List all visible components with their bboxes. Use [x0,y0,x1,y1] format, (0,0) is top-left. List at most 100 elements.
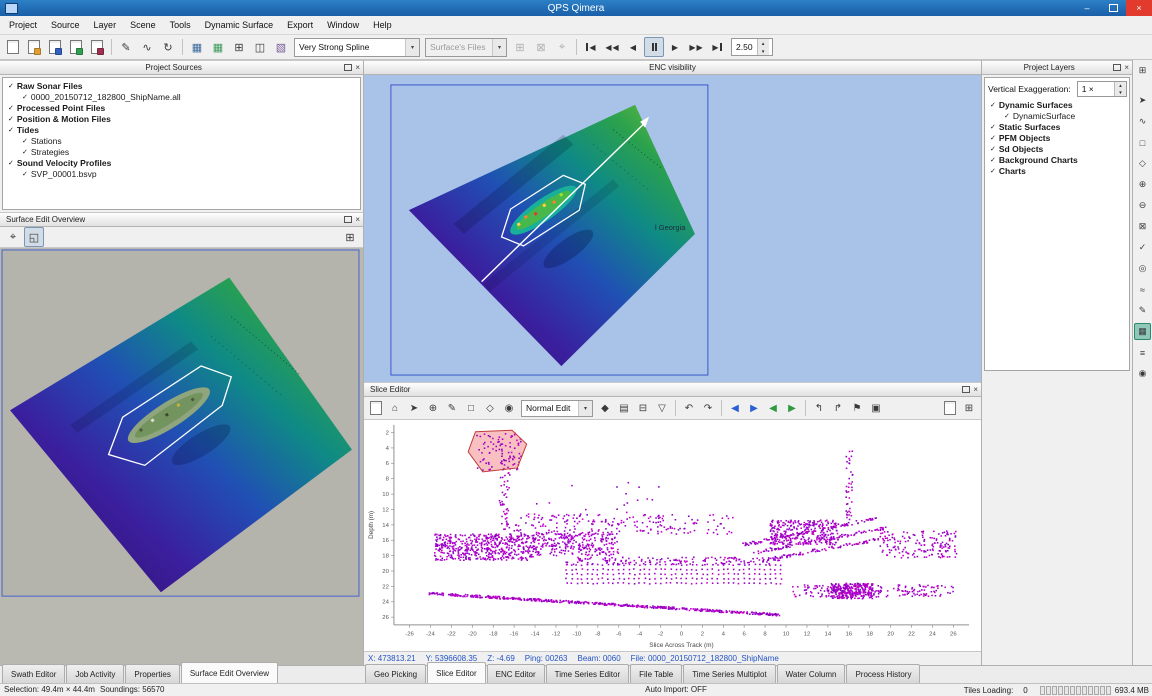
checkbox[interactable]: ✓ [990,101,996,109]
checkbox[interactable]: ✓ [8,82,14,90]
tab-time-series-multiplot[interactable]: Time Series Multiplot [683,664,775,683]
tree-item-strategies[interactable]: ✓Strategies [3,146,360,157]
reject-tool-icon[interactable]: ⊠ [1134,218,1151,235]
display-options-icon[interactable]: ⊞ [340,227,360,247]
next-slice-icon[interactable]: ▶ [745,399,763,417]
tree-item-dynamicsurface[interactable]: ✓DynamicSurface [985,110,1129,121]
checkbox[interactable]: ✓ [8,159,14,167]
subtract-icon[interactable]: ⊟ [634,399,652,417]
maximize-button[interactable] [1100,0,1126,16]
surface-contour-icon[interactable]: ◫ [250,37,270,57]
open-project-icon[interactable] [24,37,44,57]
checkbox[interactable]: ✓ [22,93,28,101]
profile-tool-icon[interactable]: ≈ [1134,281,1151,298]
add-processed-points-icon[interactable] [87,37,107,57]
surface-filter-icon[interactable]: ▧ [271,37,291,57]
reprocess-icon[interactable]: ↻ [158,37,178,57]
lock-view-icon[interactable]: ⊠ [531,37,551,57]
float-panel-icon[interactable] [962,386,970,393]
poly-select-tool-icon[interactable]: ◇ [1134,155,1151,172]
close-panel-icon[interactable]: × [355,64,360,72]
home-view-icon[interactable]: ⌂ [386,399,404,417]
report-icon[interactable] [941,399,959,417]
prev-accept-icon[interactable]: ◀ [764,399,782,417]
tree-item-charts[interactable]: ✓Charts [985,165,1129,176]
tab-job-activity[interactable]: Job Activity [66,664,124,683]
close-panel-icon[interactable]: × [1124,64,1129,72]
cursor-select-icon[interactable]: ➤ [405,399,423,417]
menu-item-project[interactable]: Project [2,18,44,32]
checkbox[interactable]: ✓ [990,145,996,153]
menu-item-dynamic-surface[interactable]: Dynamic Surface [198,18,281,32]
add-raw-sonar-icon[interactable] [66,37,86,57]
tree-item-processed-point-files[interactable]: ✓Processed Point Files [3,102,360,113]
tree-item-background-charts[interactable]: ✓Background Charts [985,154,1129,165]
undo-icon[interactable]: ↶ [680,399,698,417]
rotate-right-icon[interactable]: ↱ [829,399,847,417]
palette-tool-icon[interactable]: ▦ [1134,323,1151,340]
zoom-out-tool-icon[interactable]: ⊖ [1134,197,1151,214]
float-panel-icon[interactable] [1113,64,1121,71]
tab-file-table[interactable]: File Table [630,664,682,683]
enc-3d-view[interactable]: l Georgia [364,75,981,382]
export-plot-icon[interactable] [367,399,385,417]
menu-item-tools[interactable]: Tools [163,18,198,32]
tab-geo-picking[interactable]: Geo Picking [365,664,426,683]
pencil-tool-icon[interactable]: ✎ [1134,302,1151,319]
rect-select-icon[interactable]: □ [462,399,480,417]
edit-tool-icon[interactable]: ✎ [116,37,136,57]
sync-views-icon[interactable]: ⌖ [552,37,572,57]
menu-item-help[interactable]: Help [366,18,399,32]
checkbox[interactable]: ✓ [990,156,996,164]
checkbox[interactable]: ✓ [22,148,28,156]
close-panel-icon[interactable]: × [973,386,978,394]
tab-water-column[interactable]: Water Column [777,664,846,683]
point-select-icon[interactable]: ◉ [500,399,518,417]
tree-item-dynamic-surfaces[interactable]: ✓Dynamic Surfaces [985,99,1129,110]
spin-up-icon[interactable]: ▲ [758,39,769,47]
settings-grid-icon[interactable]: ⊞ [960,399,978,417]
minimize-button[interactable]: – [1074,0,1100,16]
tab-surface-edit-overview[interactable]: Surface Edit Overview [181,662,278,683]
surface-files-select[interactable]: Surface's Files ▾ [425,38,507,57]
slice-plot[interactable]: -26-24-22-20-18-16-14-12-10-8-6-4-202468… [364,420,981,651]
step-size-spinner[interactable]: 2.50 ▲ ▼ [731,38,773,56]
next-accept-icon[interactable]: ▶ [783,399,801,417]
checkbox[interactable]: ✓ [22,137,28,145]
tree-item-position-motion-files[interactable]: ✓Position & Motion Files [3,113,360,124]
float-panel-icon[interactable] [344,216,352,223]
tab-time-series-editor[interactable]: Time Series Editor [546,664,630,683]
fast-forward-button[interactable]: ▶▶ [686,37,706,57]
snapshot-icon[interactable]: ▣ [867,399,885,417]
tree-item-stations[interactable]: ✓Stations [3,135,360,146]
tree-item-tides[interactable]: ✓Tides [3,124,360,135]
surface-shade-icon[interactable]: ▦ [187,37,207,57]
close-panel-icon[interactable]: × [355,216,360,224]
tree-item-static-surfaces[interactable]: ✓Static Surfaces [985,121,1129,132]
checkbox[interactable]: ✓ [8,104,14,112]
checkbox[interactable]: ✓ [8,126,14,134]
edit-points-icon[interactable]: ✎ [443,399,461,417]
checkbox[interactable]: ✓ [990,134,996,142]
menu-item-window[interactable]: Window [320,18,366,32]
new-project-icon[interactable] [3,37,23,57]
surface-overview-3d-view[interactable] [0,248,363,665]
rotate-left-icon[interactable]: ↰ [810,399,828,417]
zoom-in-tool-icon[interactable]: ⊕ [1134,176,1151,193]
tree-item-0000-20150712-182800-shipname-all[interactable]: ✓0000_20150712_182800_ShipName.all [3,91,360,102]
step-back-button[interactable]: ◀ [623,37,643,57]
zoom-fit-icon[interactable]: ⌖ [3,227,23,247]
menu-item-scene[interactable]: Scene [123,18,163,32]
save-project-icon[interactable] [45,37,65,57]
spin-down-icon[interactable]: ▼ [758,47,769,55]
spline-select[interactable]: Very Strong Spline ▾ [294,38,420,57]
edit-mode-select[interactable]: Normal Edit ▾ [521,400,593,417]
menu-item-layer[interactable]: Layer [87,18,124,32]
zoom-extents-icon[interactable]: ⊞ [510,37,530,57]
rect-select-tool-icon[interactable]: □ [1134,134,1151,151]
accept-soundings-icon[interactable]: ◆ [596,399,614,417]
checkbox[interactable]: ✓ [1004,112,1010,120]
fast-rewind-button[interactable]: ◀◀ [602,37,622,57]
vertical-exaggeration-spinner[interactable]: 1 × ▲ ▼ [1077,81,1127,97]
tab-slice-editor[interactable]: Slice Editor [427,662,485,683]
